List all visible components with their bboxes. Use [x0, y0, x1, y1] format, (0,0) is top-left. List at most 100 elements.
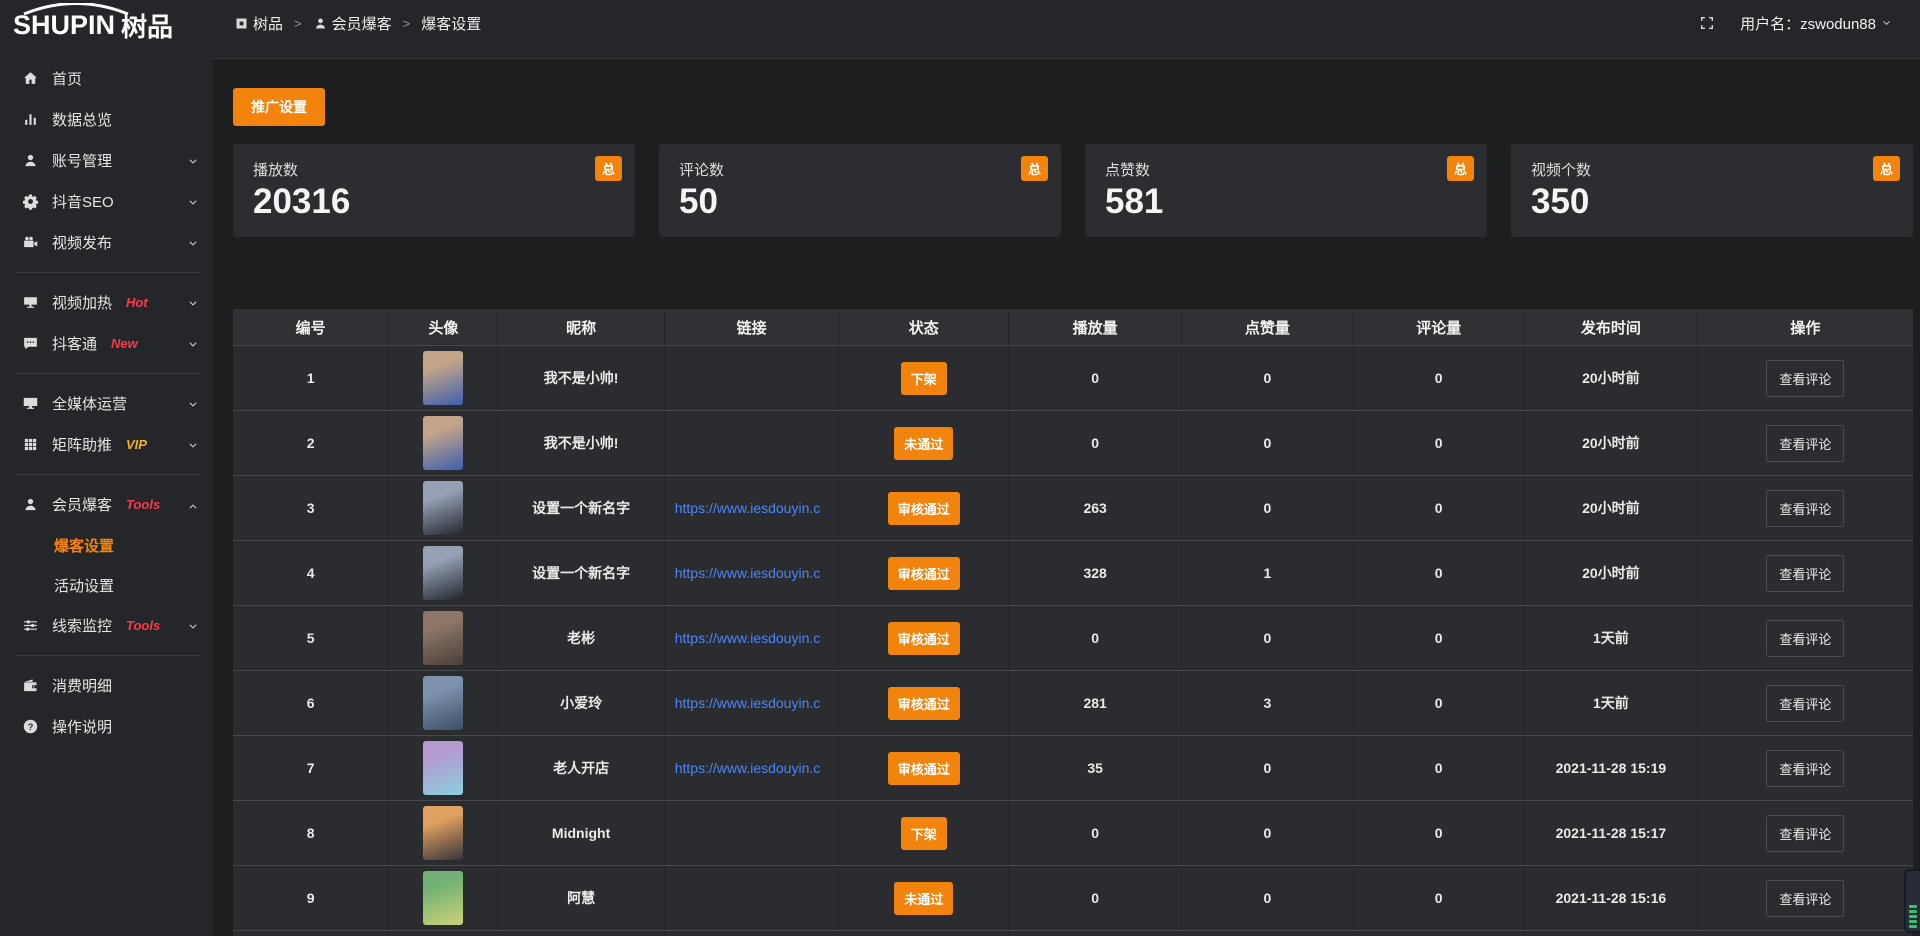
time-cell: 20小时前 [1525, 541, 1698, 605]
time-cell: 1天前 [1525, 606, 1698, 670]
view-comments-button[interactable]: 查看评论 [1766, 815, 1844, 852]
sidebar-item-线索监控[interactable]: 线索监控Tools [0, 605, 213, 646]
sidebar-item-label: 会员爆客 [52, 494, 112, 515]
sidebar-item-视频加热[interactable]: 视频加热Hot [0, 282, 213, 323]
status-badge[interactable]: 审核通过 [888, 687, 960, 720]
link-cell [665, 346, 840, 410]
action-cell: 查看评论 [1698, 736, 1913, 800]
video-link[interactable]: https://www.iesdouyin.c [675, 760, 821, 776]
menu-divider [14, 272, 199, 273]
status-cell: 下架 [839, 346, 1009, 410]
view-comments-button[interactable]: 查看评论 [1766, 685, 1844, 722]
logo: SHUPIN 树品 [0, 0, 213, 50]
status-cell: 未通过 [839, 411, 1009, 475]
status-badge[interactable]: 审核通过 [888, 752, 960, 785]
stat-card-total-badge: 总 [1873, 156, 1900, 181]
view-comments-button[interactable]: 查看评论 [1766, 425, 1844, 462]
submenu-item-活动设置[interactable]: 活动设置 [0, 565, 213, 605]
status-badge[interactable]: 审核通过 [888, 557, 960, 590]
stat-card-评论数: 评论数50总 [659, 144, 1061, 237]
sidebar-item-矩阵助推[interactable]: 矩阵助推VIP [0, 424, 213, 465]
link-cell [665, 801, 840, 865]
sidebar-item-操作说明[interactable]: ?操作说明 [0, 706, 213, 747]
likes-cell: 0 [1182, 346, 1353, 410]
sidebar-menu: 首页数据总览账号管理抖音SEO 视频发布视频加热Hot抖客通New 全媒体运营矩阵助… [0, 50, 213, 747]
time-cell: 1天前 [1525, 671, 1698, 735]
status-badge[interactable]: 下架 [901, 362, 947, 395]
time-cell: 2021-11-28 15:16 [1525, 866, 1698, 930]
video-link[interactable]: https://www.iesdouyin.c [675, 565, 821, 581]
column-header-头像: 头像 [389, 309, 498, 345]
view-comments-button[interactable]: 查看评论 [1766, 360, 1844, 397]
action-cell: 查看评论 [1698, 801, 1913, 865]
action-cell [1698, 931, 1913, 936]
stat-card-label: 播放数 [253, 159, 615, 180]
status-badge[interactable]: 未通过 [894, 427, 953, 460]
row-id-cell: 5 [233, 606, 389, 670]
chevron-down-icon [187, 297, 199, 309]
sidebar-item-badge: VIP [126, 437, 147, 452]
sidebar-item-全媒体运营[interactable]: 全媒体运营 [0, 383, 213, 424]
link-cell: https://www.iesdouyin.c [665, 736, 840, 800]
status-badge[interactable]: 审核通过 [888, 492, 960, 525]
action-cell: 查看评论 [1698, 411, 1913, 475]
row-id-cell: 6 [233, 671, 389, 735]
stat-card-total-badge: 总 [595, 156, 622, 181]
likes-cell: 0 [1182, 866, 1353, 930]
breadcrumb-item-爆客设置[interactable]: 爆客设置 [421, 13, 481, 34]
status-badge[interactable]: 审核通过 [888, 622, 960, 655]
comments-cell: 0 [1354, 801, 1525, 865]
table-row [233, 930, 1913, 936]
view-comments-button[interactable]: 查看评论 [1766, 880, 1844, 917]
submenu-item-爆客设置[interactable]: 爆客设置 [0, 525, 213, 565]
sidebar-item-数据总览[interactable]: 数据总览 [0, 99, 213, 140]
chevron-up-icon [187, 499, 199, 511]
username-menu[interactable]: 用户名：zswodun88 [1740, 13, 1892, 34]
avatar-cell [389, 866, 498, 930]
table-row: 5老彬https://www.iesdouyin.c审核通过0001天前查看评论 [233, 605, 1913, 670]
table-row: 9阿慧未通过0002021-11-28 15:16查看评论 [233, 865, 1913, 930]
question-icon: ? [22, 718, 39, 735]
view-comments-button[interactable]: 查看评论 [1766, 620, 1844, 657]
view-comments-button[interactable]: 查看评论 [1766, 750, 1844, 787]
sidebar-item-首页[interactable]: 首页 [0, 58, 213, 99]
breadcrumb-item-会员爆客[interactable]: 会员爆客 [313, 13, 392, 34]
sidebar-item-抖客通[interactable]: 抖客通New [0, 323, 213, 364]
nickname-cell: 小爱玲 [498, 671, 664, 735]
likes-cell: 0 [1182, 736, 1353, 800]
stat-card-total-badge: 总 [1447, 156, 1474, 181]
sidebar-item-账号管理[interactable]: 账号管理 [0, 140, 213, 181]
sidebar-item-消费明细[interactable]: 消费明细 [0, 665, 213, 706]
view-comments-button[interactable]: 查看评论 [1766, 490, 1844, 527]
column-header-编号: 编号 [233, 309, 389, 345]
video-link[interactable]: https://www.iesdouyin.c [675, 630, 821, 646]
fullscreen-icon[interactable] [1698, 14, 1716, 32]
breadcrumb-item-树品[interactable]: 树品 [234, 13, 283, 34]
video-link[interactable]: https://www.iesdouyin.c [675, 695, 821, 711]
overlay-gauge-widget[interactable] [1904, 869, 1920, 933]
view-comments-button[interactable]: 查看评论 [1766, 555, 1844, 592]
time-cell: 20小时前 [1525, 346, 1698, 410]
promo-settings-button[interactable]: 推广设置 [233, 88, 325, 126]
sidebar-item-抖音SEO[interactable]: 抖音SEO [0, 181, 213, 222]
sidebar-item-label: 抖音SEO [52, 191, 114, 212]
menu-divider [14, 373, 199, 374]
status-badge[interactable]: 下架 [901, 817, 947, 850]
status-badge[interactable]: 未通过 [894, 882, 953, 915]
menu-divider [14, 655, 199, 656]
plays-cell: 0 [1009, 346, 1182, 410]
avatar [423, 481, 463, 535]
breadcrumb-separator: > [403, 16, 411, 31]
sidebar-item-label: 全媒体运营 [52, 393, 127, 414]
comments-cell: 0 [1354, 346, 1525, 410]
chart-icon [22, 111, 39, 128]
status-cell: 审核通过 [839, 671, 1009, 735]
breadcrumb-label: 树品 [253, 13, 283, 34]
video-link[interactable]: https://www.iesdouyin.c [675, 500, 821, 516]
sliders-icon [22, 617, 39, 634]
sidebar-item-会员爆客[interactable]: 会员爆客Tools [0, 484, 213, 525]
status-cell: 审核通过 [839, 606, 1009, 670]
time-cell: 2021-11-28 15:17 [1525, 801, 1698, 865]
avatar [423, 871, 463, 925]
sidebar-item-视频发布[interactable]: 视频发布 [0, 222, 213, 263]
